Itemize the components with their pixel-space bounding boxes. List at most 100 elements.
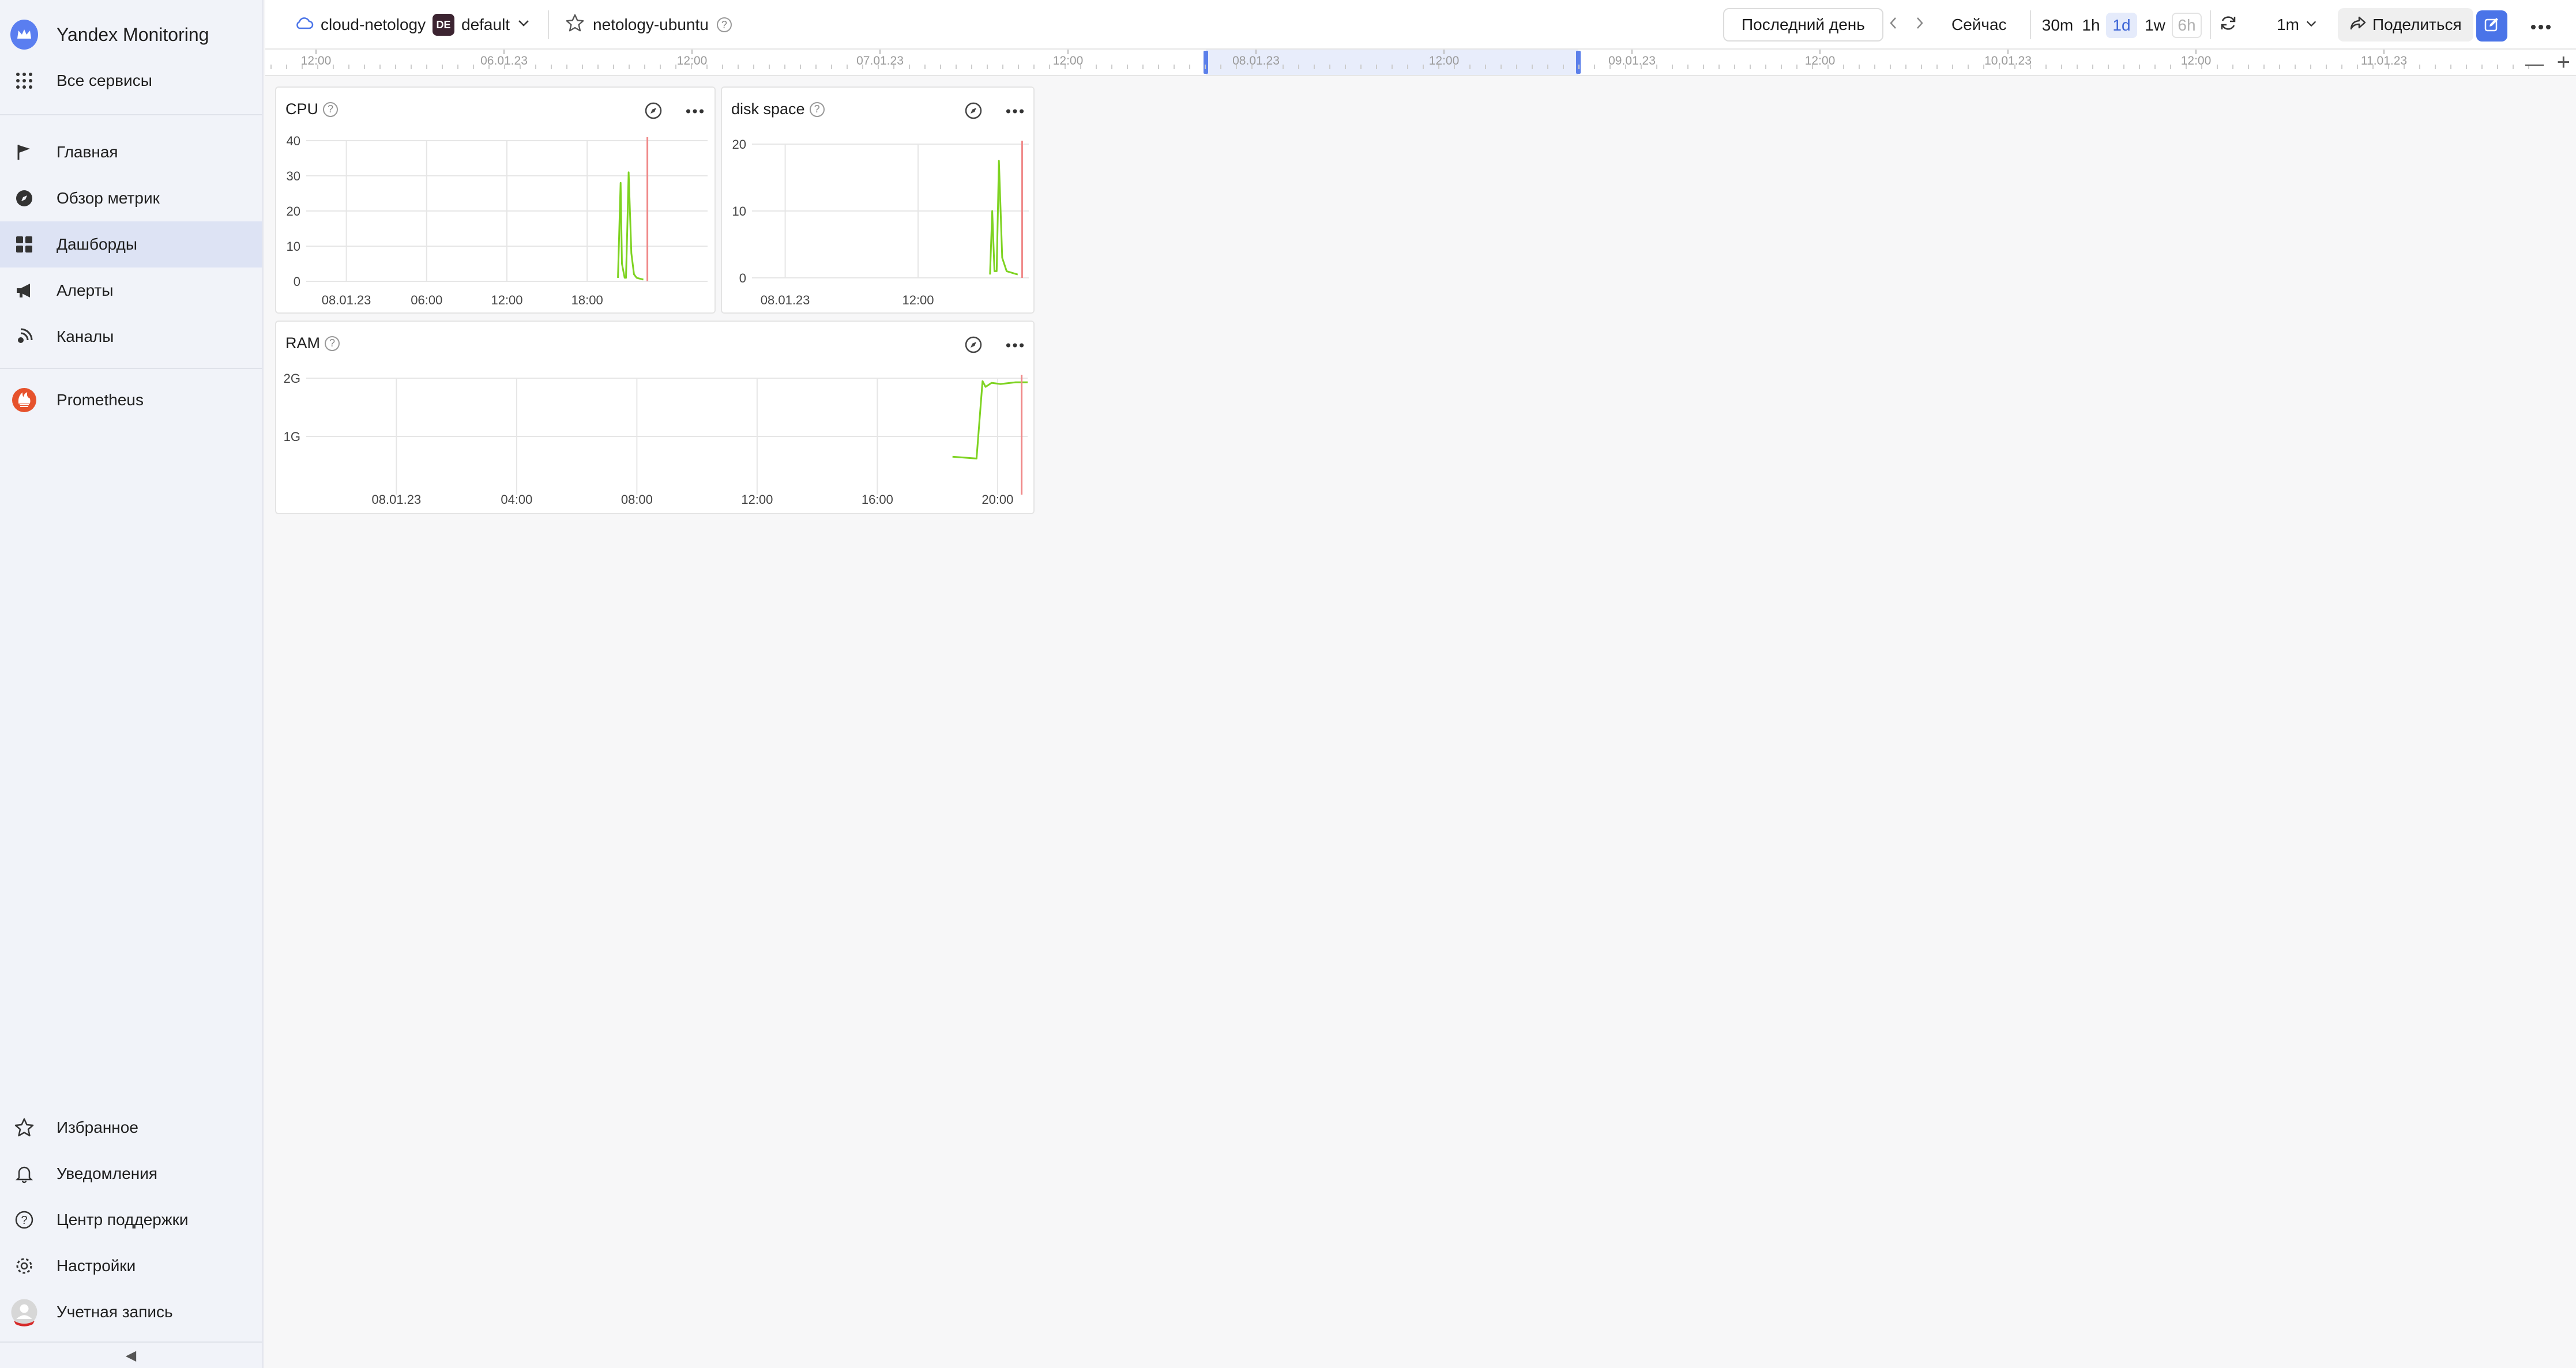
compass-icon (10, 184, 38, 212)
megaphone-icon (10, 277, 38, 304)
x-tick-label: 08.01.23 (322, 293, 371, 307)
crown-icon (10, 20, 38, 50)
topbar-divider (2210, 10, 2211, 39)
prev-period-button[interactable] (1887, 0, 1900, 50)
edit-icon (2483, 16, 2500, 36)
help-icon[interactable]: ? (716, 17, 732, 32)
refresh-interval-select[interactable]: 1m (2277, 0, 2318, 50)
next-period-button[interactable] (1913, 0, 1926, 50)
sidebar-item-label: Prometheus (57, 391, 144, 409)
folder-badge: DE (433, 14, 454, 36)
cloud-icon (294, 16, 314, 34)
collapse-sidebar-button[interactable]: ◀ (0, 1341, 262, 1368)
refresh-icon (2219, 14, 2237, 36)
y-tick-label: 30 (287, 169, 300, 183)
y-tick-label: 2G (284, 371, 300, 386)
timeline-navigator[interactable]: 12:00 06.01.23 12:00 07.01.23 12:00 08.01.23 1… (265, 50, 2576, 76)
more-icon (2530, 16, 2551, 34)
sidebar-item-label: Алерты (57, 281, 114, 299)
timeline-label: 11.01.23 (2360, 54, 2408, 67)
range-1d[interactable]: 1d (2106, 13, 2137, 38)
dashboard-icon (10, 231, 38, 258)
timeline-label: 12:00 (1052, 54, 1084, 67)
disk-panel: disk space ? 0 10 20 08.01.23 12:00 (721, 86, 1035, 314)
series-line (989, 160, 1018, 276)
sidebar-item-label: Центр поддержки (57, 1211, 189, 1228)
y-tick-label: 1G (284, 429, 300, 444)
dashboard-title: netology-ubuntu ? (593, 0, 732, 50)
timeline-handle-right[interactable] (1576, 51, 1581, 74)
sidebar-item-support[interactable]: ? Центр поддержки (0, 1197, 262, 1243)
topbar-divider (548, 10, 549, 39)
sidebar-item-metrics[interactable]: Обзор метрик (0, 175, 262, 221)
zoom-out-button[interactable]: — (2525, 53, 2544, 74)
top-bar: cloud-netology DE default netology-ubunt… (265, 0, 2576, 50)
y-tick-label: 20 (287, 204, 300, 218)
x-tick-label: 12:00 (741, 492, 773, 507)
star-icon (565, 13, 585, 37)
cloud-selector[interactable]: cloud-netology (294, 0, 426, 50)
chevron-left-icon (1887, 16, 1900, 35)
grid-icon (10, 67, 38, 95)
flag-icon (10, 138, 38, 166)
chevron-down-icon (2305, 16, 2318, 34)
range-1h[interactable]: 1h (2078, 13, 2104, 38)
sidebar-item-channels[interactable]: Каналы (0, 314, 262, 360)
range-1w[interactable]: 1w (2141, 13, 2169, 38)
sidebar-item-settings[interactable]: Настройки (0, 1243, 262, 1289)
all-services-link[interactable]: Все сервисы (0, 58, 262, 104)
sidebar-item-prometheus[interactable]: Prometheus (0, 377, 262, 423)
sidebar-item-label: Дашборды (57, 235, 137, 253)
refresh-button[interactable] (2219, 0, 2237, 50)
disk-chart[interactable]: 0 10 20 08.01.23 12:00 (722, 88, 1036, 315)
folder-selector[interactable]: DE default (433, 0, 531, 50)
sidebar-item-label: Главная (57, 143, 118, 161)
range-6h[interactable]: 6h (2172, 13, 2202, 38)
timeline-handle-left[interactable] (1204, 51, 1208, 74)
share-button[interactable]: Поделиться (2338, 8, 2473, 42)
period-button[interactable]: Последний день (1723, 8, 1883, 42)
now-button[interactable]: Сейчас (1951, 0, 2007, 50)
sidebar-item-account[interactable]: Учетная запись (0, 1289, 262, 1335)
sidebar-item-label: Избранное (57, 1118, 138, 1136)
y-tick-label: 0 (739, 271, 746, 285)
sidebar-item-home[interactable]: Главная (0, 129, 262, 175)
y-tick-label: 10 (732, 204, 746, 218)
favorite-star-button[interactable] (565, 0, 585, 50)
svg-text:?: ? (21, 1214, 27, 1227)
edit-button[interactable] (2476, 10, 2507, 42)
timeline-label: 07.01.23 (856, 54, 904, 67)
x-tick-label: 12:00 (491, 293, 522, 307)
timeline-ruler (270, 50, 2529, 75)
share-icon (2349, 16, 2367, 35)
cpu-chart[interactable]: 0 10 20 30 40 08.01.23 06:00 12:00 18:00 (276, 88, 717, 315)
topbar-divider (2030, 10, 2031, 39)
range-30m[interactable]: 30m (2040, 13, 2075, 38)
cloud-name: cloud-netology (321, 16, 426, 33)
sidebar-item-label: Каналы (57, 327, 114, 345)
y-tick-label: 10 (287, 239, 300, 254)
timeline-label: 10.01.23 (1984, 54, 2032, 67)
x-tick-label: 18:00 (571, 293, 603, 307)
x-tick-label: 12:00 (902, 293, 934, 307)
sidebar-item-label: Настройки (57, 1257, 136, 1275)
x-tick-label: 08:00 (621, 492, 653, 507)
timeline-label: 12:00 (1804, 54, 1836, 67)
more-menu-button[interactable] (2530, 0, 2551, 50)
ram-chart[interactable]: 1G 2G 08.01.23 04:00 08:00 12:00 16:00 20:00 (276, 322, 1036, 515)
sidebar-item-dashboards[interactable]: Дашборды (0, 221, 262, 267)
timeline-label: 09.01.23 (1608, 54, 1656, 67)
sidebar-item-favorites[interactable]: Избранное (0, 1105, 262, 1151)
zoom-in-button[interactable]: + (2557, 50, 2570, 76)
sidebar-divider (0, 368, 262, 369)
star-icon (10, 1114, 38, 1141)
timeline-label: 06.01.23 (480, 54, 528, 67)
sidebar-item-alerts[interactable]: Алерты (0, 267, 262, 314)
sidebar: Yandex Monitoring Все сервисы Главная Об… (0, 0, 264, 1368)
x-tick-label: 06:00 (411, 293, 442, 307)
brand-link[interactable]: Yandex Monitoring (0, 12, 262, 58)
gear-icon (10, 1252, 38, 1280)
chevron-down-icon (517, 16, 531, 34)
sidebar-item-notifications[interactable]: Уведомления (0, 1151, 262, 1197)
timeline-label: 08.01.23 (1232, 54, 1280, 67)
